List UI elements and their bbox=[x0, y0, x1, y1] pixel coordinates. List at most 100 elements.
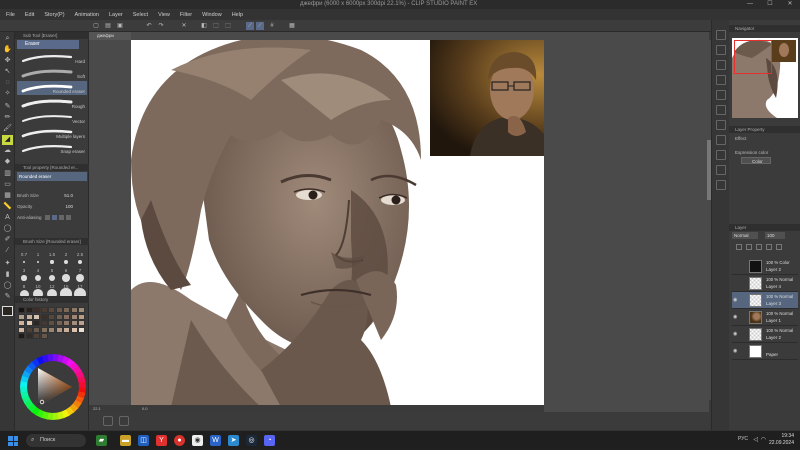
sub-view-icon[interactable] bbox=[716, 45, 726, 55]
palette-swatch[interactable] bbox=[63, 326, 70, 333]
menu-file[interactable]: File bbox=[6, 12, 15, 18]
palette-swatch[interactable] bbox=[48, 313, 55, 320]
menu-view[interactable]: View bbox=[158, 12, 170, 18]
new-file-icon[interactable]: ▢ bbox=[92, 22, 100, 30]
palette-swatch[interactable] bbox=[55, 320, 63, 326]
layer-icon[interactable] bbox=[119, 416, 129, 426]
layer-row[interactable]: ◉ 100 % Normal Layer 2 bbox=[732, 326, 798, 343]
navigator-view-frame[interactable] bbox=[734, 40, 772, 74]
lock-icon[interactable] bbox=[766, 244, 772, 250]
brush-soft[interactable]: Soft bbox=[17, 66, 87, 80]
menu-edit[interactable]: Edit bbox=[25, 12, 34, 18]
document-tab[interactable]: джефри bbox=[89, 32, 131, 40]
snap-special-ruler-icon[interactable]: ⟋ bbox=[256, 22, 264, 30]
palette-swatch[interactable] bbox=[18, 307, 25, 313]
palette-swatch[interactable] bbox=[78, 320, 85, 326]
clear-icon[interactable]: ✕ bbox=[180, 22, 188, 30]
palette-swatch[interactable] bbox=[48, 326, 55, 333]
pen2-icon[interactable]: ✎ bbox=[2, 292, 13, 302]
palette-swatch[interactable] bbox=[25, 307, 33, 313]
brush-multiple-layers[interactable]: Multiple layers bbox=[17, 126, 87, 140]
blend-mode-select[interactable]: Normal bbox=[732, 232, 758, 239]
layer-opacity-field[interactable]: 100 bbox=[765, 232, 785, 239]
palette-swatch[interactable] bbox=[18, 326, 25, 333]
item-bank-icon[interactable] bbox=[716, 150, 726, 160]
frame-icon[interactable]: ▦ bbox=[2, 191, 13, 201]
main-color-icon[interactable] bbox=[2, 306, 13, 316]
menu-story[interactable]: Story(P) bbox=[44, 12, 64, 18]
snap-ruler-icon[interactable]: ⟋ bbox=[246, 22, 254, 30]
brush-snap-eraser[interactable]: Snap eraser bbox=[17, 141, 87, 155]
eyedropper-icon[interactable]: ⁄ bbox=[2, 246, 13, 256]
palette-swatch[interactable] bbox=[63, 313, 70, 320]
new-folder-icon[interactable] bbox=[746, 244, 752, 250]
auto-action-icon[interactable] bbox=[716, 135, 726, 145]
menu-filter[interactable]: Filter bbox=[180, 12, 192, 18]
palette-swatch[interactable] bbox=[40, 333, 48, 339]
pencil-icon[interactable]: ✏ bbox=[2, 113, 13, 123]
palette-swatch[interactable] bbox=[55, 326, 63, 333]
delete-layer-icon[interactable] bbox=[776, 244, 782, 250]
brush-size-dot[interactable] bbox=[50, 260, 54, 264]
brush-size-dot[interactable] bbox=[63, 259, 69, 265]
menu-window[interactable]: Window bbox=[202, 12, 222, 18]
canvas-paper[interactable] bbox=[131, 40, 544, 407]
color-wheel[interactable] bbox=[18, 346, 88, 422]
palette-swatch[interactable] bbox=[70, 307, 78, 313]
opacity-row[interactable]: Opacity 100 bbox=[17, 202, 87, 211]
pen-icon[interactable]: ✎ bbox=[2, 102, 13, 112]
animation-icon[interactable] bbox=[716, 120, 726, 130]
history-icon[interactable] bbox=[716, 90, 726, 100]
minimize-button[interactable]: — bbox=[740, 0, 760, 9]
palette-swatch[interactable] bbox=[55, 313, 63, 320]
redo-icon[interactable]: ↷ bbox=[157, 22, 165, 30]
layer-row[interactable]: ◉ 100 % Normal Layer 1 bbox=[732, 309, 798, 326]
figure-icon[interactable]: ▭ bbox=[2, 180, 13, 190]
open-icon[interactable]: ▤ bbox=[104, 22, 112, 30]
material-icon[interactable] bbox=[716, 75, 726, 85]
visibility-eye-icon[interactable]: ◉ bbox=[733, 331, 737, 337]
palette-swatch[interactable] bbox=[78, 307, 85, 313]
palette-swatch[interactable] bbox=[48, 320, 55, 326]
palette-swatch[interactable] bbox=[78, 313, 85, 320]
palette-swatch[interactable] bbox=[25, 326, 33, 333]
canvas-area[interactable]: джефри bbox=[89, 32, 709, 412]
clip-studio-icon[interactable]: ◉ bbox=[192, 435, 203, 446]
brush-size-row[interactable]: Brush Size 51.0 bbox=[17, 191, 87, 200]
palette-swatch[interactable] bbox=[48, 307, 55, 313]
angle-value[interactable]: 0.0 bbox=[142, 406, 148, 411]
maximize-button[interactable]: ☐ bbox=[760, 0, 780, 9]
zoom-icon[interactable]: ⌕ bbox=[2, 34, 13, 44]
brush-size-dot[interactable] bbox=[36, 260, 40, 264]
lasso-icon[interactable]: ◌ bbox=[2, 78, 13, 88]
shape-icon[interactable]: ◯ bbox=[2, 281, 13, 291]
palette-swatch[interactable] bbox=[18, 320, 25, 326]
palette-swatch[interactable] bbox=[40, 313, 48, 320]
taskbar-search[interactable]: ⌕ Поиск bbox=[26, 434, 86, 447]
palette-swatch[interactable] bbox=[25, 333, 33, 339]
layer-row[interactable]: 100 % Normal Layer 4 bbox=[732, 275, 798, 292]
menu-layer[interactable]: Layer bbox=[109, 12, 123, 18]
undo-icon[interactable]: ↶ bbox=[145, 22, 153, 30]
clock[interactable]: 19:34 22.09.2024 bbox=[769, 433, 794, 447]
save-icon[interactable]: ▣ bbox=[116, 22, 124, 30]
windows-start-icon[interactable] bbox=[8, 436, 18, 446]
brush-size-value[interactable]: 51.0 bbox=[64, 191, 73, 200]
new-layer-icon[interactable] bbox=[736, 244, 742, 250]
store-icon[interactable]: ◫ bbox=[138, 435, 149, 446]
operation-icon[interactable]: ↖ bbox=[2, 67, 13, 77]
palette-swatch[interactable] bbox=[33, 320, 40, 326]
zoom-value[interactable]: 22.1 bbox=[93, 406, 101, 411]
tool-panel-icon[interactable] bbox=[716, 165, 726, 175]
palette-swatch[interactable] bbox=[25, 320, 33, 326]
palette-swatch[interactable] bbox=[70, 313, 78, 320]
palette-swatch[interactable] bbox=[40, 320, 48, 326]
brush-rough[interactable]: Rough bbox=[17, 96, 87, 110]
brush-size-dot[interactable] bbox=[48, 274, 56, 282]
fill-icon[interactable]: ◧ bbox=[200, 22, 208, 30]
visibility-eye-icon[interactable]: ◉ bbox=[733, 297, 737, 303]
chrome-icon[interactable]: ● bbox=[174, 435, 185, 446]
visibility-eye-icon[interactable]: ◉ bbox=[733, 314, 737, 320]
fill-tool-icon[interactable]: ◆ bbox=[2, 157, 13, 167]
expression-color-select[interactable]: Color bbox=[741, 157, 771, 164]
